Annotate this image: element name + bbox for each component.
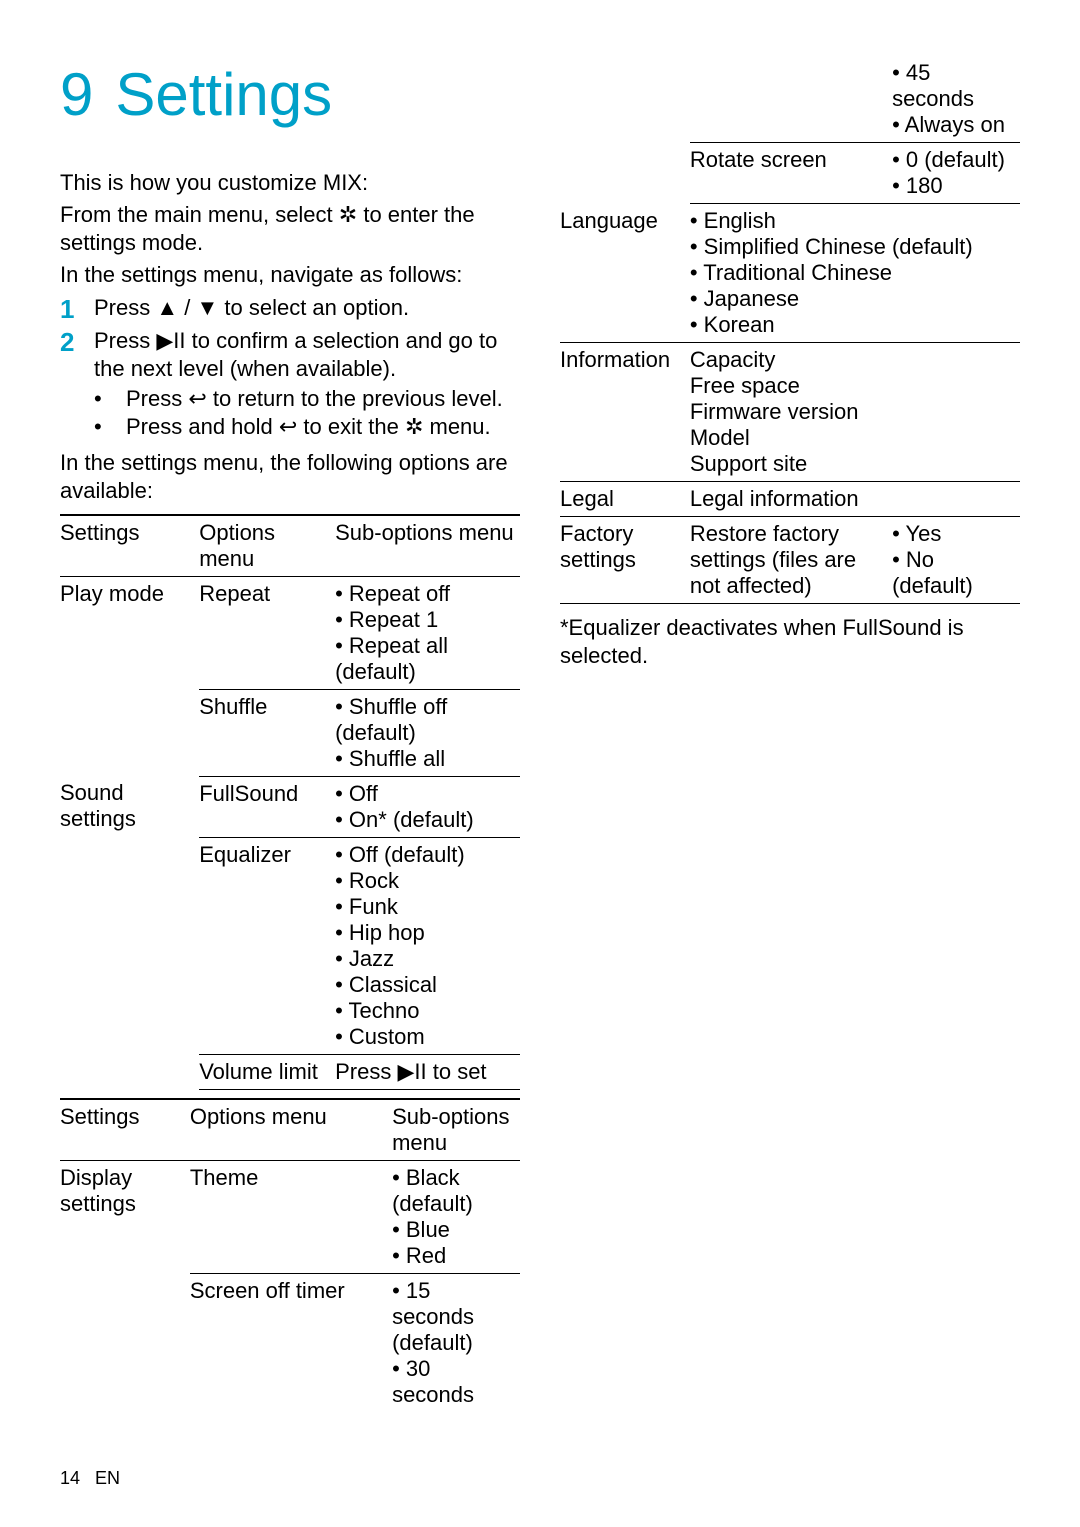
- settings-table-1: Settings Options menu Sub-options menu P…: [60, 514, 520, 1090]
- page-footer: 14 EN: [60, 1468, 120, 1489]
- col-suboptions: Sub-options menu: [335, 515, 520, 577]
- gear-icon: ✲: [405, 414, 423, 439]
- bullet-icon: •: [94, 413, 126, 441]
- repeat-options: • Repeat off• Repeat 1• Repeat all (defa…: [335, 576, 520, 689]
- step-2: 2 Press ▶II to confirm a selection and g…: [60, 327, 520, 383]
- available-text: In the settings menu, the following opti…: [60, 449, 520, 505]
- rotate-options: • 0 (default)• 180: [892, 143, 1020, 204]
- intro-line-3: In the settings menu, navigate as follow…: [60, 261, 520, 289]
- footnote: *Equalizer deactivates when FullSound is…: [560, 614, 1020, 670]
- step-list: 1 Press ▲ / ▼ to select an option. 2 Pre…: [60, 294, 520, 442]
- substep-1: •Press ↩ to return to the previous level…: [94, 385, 520, 413]
- table-row: Play mode Repeat • Repeat off• Repeat 1•…: [60, 576, 520, 689]
- intro-line-2: From the main menu, select ✲ to enter th…: [60, 201, 520, 257]
- play-icon: ▶II: [156, 328, 185, 353]
- language-options: • English• Simplified Chinese (default)•…: [690, 204, 1020, 343]
- col-options: Options menu: [199, 515, 335, 577]
- equalizer-options: • Off (default)• Rock• Funk• Hip hop• Ja…: [335, 837, 520, 1054]
- back-icon: ↩: [279, 414, 297, 439]
- substep-2: •Press and hold ↩ to exit the ✲ menu.: [94, 413, 520, 441]
- restore-options: • Yes• No (default): [892, 517, 1020, 604]
- theme-options: • Black (default)• Blue• Red: [392, 1160, 520, 1273]
- bullet-icon: •: [94, 385, 126, 413]
- table-row: Display settings Theme • Black (default)…: [60, 1160, 520, 1273]
- page-number: 14: [60, 1468, 80, 1488]
- table-row: Language • English• Simplified Chinese (…: [560, 204, 1020, 343]
- col-suboptions: Sub-options menu: [392, 1099, 520, 1161]
- table-row: Sound settings FullSound • Off• On* (def…: [60, 776, 520, 837]
- table-header-row: Settings Options menu Sub-options menu: [60, 1099, 520, 1161]
- fullsound-options: • Off• On* (default): [335, 776, 520, 837]
- table-header-row: Settings Options menu Sub-options menu: [60, 515, 520, 577]
- shuffle-options: • Shuffle off (default)• Shuffle all: [335, 689, 520, 776]
- back-icon: ↩: [188, 386, 206, 411]
- chapter-heading: 9 Settings: [60, 60, 520, 129]
- table-row: Information CapacityFree spaceFirmware v…: [560, 343, 1020, 482]
- step-1: 1 Press ▲ / ▼ to select an option.: [60, 294, 520, 325]
- col-settings: Settings: [60, 1099, 190, 1161]
- col-settings: Settings: [60, 515, 199, 577]
- up-icon: ▲: [156, 295, 178, 320]
- page-lang: EN: [95, 1468, 120, 1488]
- chapter-number: 9: [60, 61, 93, 128]
- play-icon: ▶II: [397, 1059, 426, 1084]
- gear-icon: ✲: [339, 202, 357, 227]
- down-icon: ▼: [196, 295, 218, 320]
- information-options: CapacityFree spaceFirmware versionModelS…: [690, 343, 1020, 482]
- table-row: Legal Legal information: [560, 482, 1020, 517]
- col-options: Options menu: [190, 1099, 392, 1161]
- chapter-title: Settings: [115, 61, 332, 128]
- table-row: Factory settings Restore factory setting…: [560, 517, 1020, 604]
- intro-line-1: This is how you customize MIX:: [60, 169, 520, 197]
